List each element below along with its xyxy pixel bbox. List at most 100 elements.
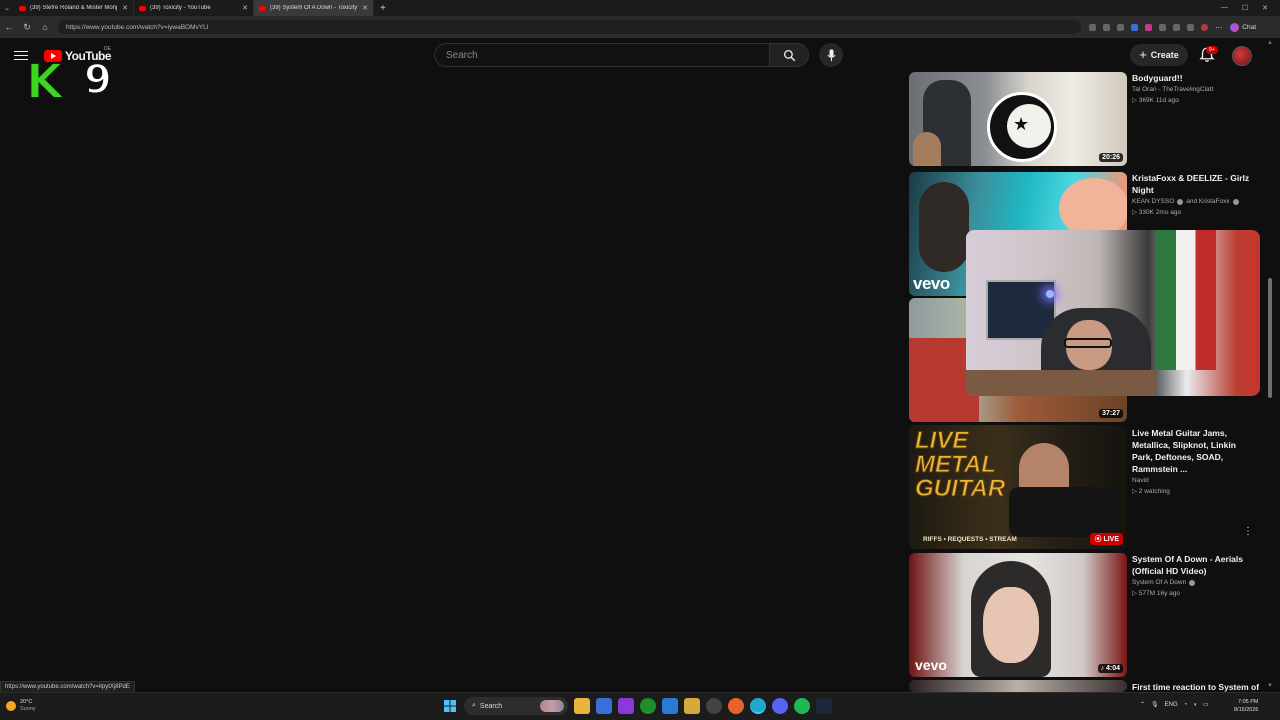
xbox-icon[interactable] — [640, 698, 656, 714]
microphone-icon[interactable]: 🎙 — [1151, 701, 1159, 708]
verified-icon — [1177, 198, 1184, 205]
file-explorer-icon[interactable] — [574, 698, 590, 714]
taskbar-search[interactable]: ⌕ Search — [464, 697, 568, 715]
app-icon[interactable] — [706, 698, 722, 714]
recommendation-item[interactable]: LIVE METAL GUITAR RIFFS • REQUESTS • STR… — [909, 425, 1259, 549]
create-button[interactable]: + Create — [1130, 44, 1188, 66]
more-icon[interactable]: ⋯ — [1215, 24, 1222, 32]
edge-icon[interactable] — [750, 698, 766, 714]
new-tab-button[interactable]: + — [374, 3, 392, 14]
minimize-icon[interactable]: — — [1221, 4, 1228, 12]
video-thumbnail[interactable]: ★ 20:26 — [909, 72, 1127, 166]
search-input[interactable]: Search — [434, 43, 770, 67]
steam-icon[interactable] — [816, 698, 832, 714]
recommendation-item[interactable]: First time reaction to System of — [909, 680, 1259, 692]
video-info: First time reaction to System of — [1132, 681, 1259, 692]
video-title[interactable]: System Of A Down - Aerials (Official HD … — [1132, 553, 1256, 577]
extension-icon[interactable] — [1131, 23, 1139, 31]
extension-icon[interactable] — [1145, 23, 1153, 31]
channel-name[interactable]: KEAN DYSSO and KristaFoxx — [1132, 198, 1256, 205]
channel-name-text: Tal Oran - TheTravelingClatt — [1132, 86, 1214, 93]
windows-start-icon[interactable] — [442, 698, 458, 714]
video-title[interactable]: Live Metal Guitar Jams, Metallica, Slipk… — [1132, 427, 1256, 475]
tab-title: (39) Toxicity - YouTube — [150, 5, 211, 11]
thumbnail-shape — [1059, 178, 1127, 238]
taskbar-clock[interactable]: 7:05 PM 8/15/2026 — [1234, 698, 1258, 714]
scroll-down-arrow-icon[interactable]: ▼ — [1267, 683, 1273, 689]
back-icon[interactable]: ← — [4, 22, 14, 32]
channel-name[interactable]: Tal Oran - TheTravelingClatt — [1132, 86, 1256, 93]
video-meta: ▷ 2 watching — [1132, 488, 1170, 495]
spotify-icon[interactable] — [794, 698, 810, 714]
app-icon[interactable] — [684, 698, 700, 714]
profile-icon[interactable] — [1201, 23, 1209, 31]
zoom-icon[interactable] — [1103, 23, 1111, 31]
video-thumbnail[interactable] — [909, 680, 1127, 692]
url-field[interactable]: https://www.youtube.com/watch?v=iywaBOMv… — [58, 20, 1082, 34]
app-icon[interactable] — [662, 698, 678, 714]
app-icon[interactable] — [618, 698, 634, 714]
voice-search-button[interactable] — [819, 43, 843, 67]
tab-actions-icon[interactable]: ⌄ — [0, 4, 14, 12]
channel-name-text: and KristaFoxx — [1186, 198, 1230, 205]
favorite-icon[interactable] — [1117, 23, 1125, 31]
volume-icon[interactable]: ◖ — [1193, 702, 1197, 708]
channel-name[interactable]: Navid — [1132, 477, 1256, 484]
close-tab-icon[interactable]: ✕ — [122, 4, 128, 12]
video-info: Live Metal Guitar Jams, Metallica, Slipk… — [1132, 427, 1256, 495]
stream-overlay-logo: K 9 — [25, 54, 116, 110]
tab-title: (39) Stefre Roland & Mister Monj — [30, 5, 118, 11]
home-icon[interactable]: ⌂ — [40, 22, 50, 32]
taskbar-search-label: Search — [479, 702, 503, 710]
browser-tab-2[interactable]: (39) Toxicity - YouTube ✕ — [134, 0, 254, 16]
star-icon: ★ — [1013, 114, 1030, 134]
close-tab-icon[interactable]: ✕ — [362, 4, 368, 12]
close-tab-icon[interactable]: ✕ — [242, 4, 248, 12]
more-actions-icon[interactable]: ⋮ — [1243, 526, 1253, 537]
refresh-icon[interactable]: ↻ — [22, 22, 32, 33]
extension-icon[interactable] — [1159, 23, 1167, 31]
video-title[interactable]: First time reaction to System of — [1132, 681, 1259, 692]
channel-name[interactable]: System Of A Down — [1132, 579, 1256, 586]
copilot-chat-button[interactable]: Chat — [1230, 22, 1276, 32]
thumbnail-face — [983, 587, 1039, 663]
browser-tab-1[interactable]: (39) Stefre Roland & Mister Monj ✕ — [14, 0, 134, 16]
close-window-icon[interactable]: ✕ — [1262, 4, 1268, 12]
account-avatar[interactable] — [1232, 46, 1252, 66]
search-button[interactable] — [769, 43, 809, 67]
browser-tab-3-active[interactable]: (39) System Of A Down - Toxicity ( ✕ — [254, 0, 374, 16]
vevo-watermark: vevo — [915, 657, 947, 673]
maximize-icon[interactable]: ☐ — [1242, 4, 1248, 12]
url-text: https://www.youtube.com/watch?v=iywaBOMv… — [66, 23, 209, 31]
battery-icon[interactable]: ▭ — [1203, 701, 1209, 708]
language-indicator[interactable]: ENG — [1165, 702, 1178, 708]
recommendation-item[interactable]: ★ 20:26 Bodyguard!! Tal Oran - TheTravel… — [909, 72, 1259, 170]
collections-icon[interactable] — [1187, 23, 1195, 31]
system-tray: ⌃ 🎙 ENG ◔ ◖ ▭ — [1140, 701, 1209, 709]
scrollbar-thumb[interactable] — [1268, 278, 1272, 398]
browser-tab-bar: ⌄ (39) Stefre Roland & Mister Monj ✕ (39… — [0, 0, 1280, 16]
search-placeholder: Search — [446, 49, 478, 61]
video-title[interactable]: Bodyguard!! — [1132, 72, 1256, 84]
video-thumbnail[interactable]: LIVE METAL GUITAR RIFFS • REQUESTS • STR… — [909, 425, 1127, 549]
recommendation-item[interactable]: vevo ♪ 4:04 System Of A Down - Aerials (… — [909, 553, 1259, 677]
clock-date: 8/15/2026 — [1234, 707, 1259, 713]
windows-taskbar: 20°C Sunny ⌕ Search ⌃ 🎙 ENG ◔ ◖ ▭ 7:05 P… — [0, 692, 1280, 720]
video-thumbnail[interactable]: vevo ♪ 4:04 — [909, 553, 1127, 677]
weather-widget[interactable]: 20°C Sunny — [6, 699, 36, 713]
tray-overflow-icon[interactable]: ⌃ — [1140, 701, 1145, 708]
video-meta: ▷ 369K 11d ago — [1132, 97, 1179, 104]
thumbnail-face — [913, 132, 941, 166]
favorites-icon[interactable] — [1173, 23, 1181, 31]
overlay-logo-letter: K — [25, 54, 64, 110]
firefox-icon[interactable] — [728, 698, 744, 714]
extension-icon[interactable] — [1089, 23, 1097, 31]
app-icon[interactable] — [596, 698, 612, 714]
create-label: Create — [1150, 50, 1179, 60]
flag — [1156, 230, 1216, 370]
discord-icon[interactable] — [772, 698, 788, 714]
video-title[interactable]: KristaFoxx & DEELIZE - Girlz Night — [1132, 172, 1256, 196]
chat-label: Chat — [1242, 23, 1256, 31]
plus-icon: + — [1139, 47, 1147, 62]
wifi-icon[interactable]: ◔ — [1184, 702, 1188, 708]
